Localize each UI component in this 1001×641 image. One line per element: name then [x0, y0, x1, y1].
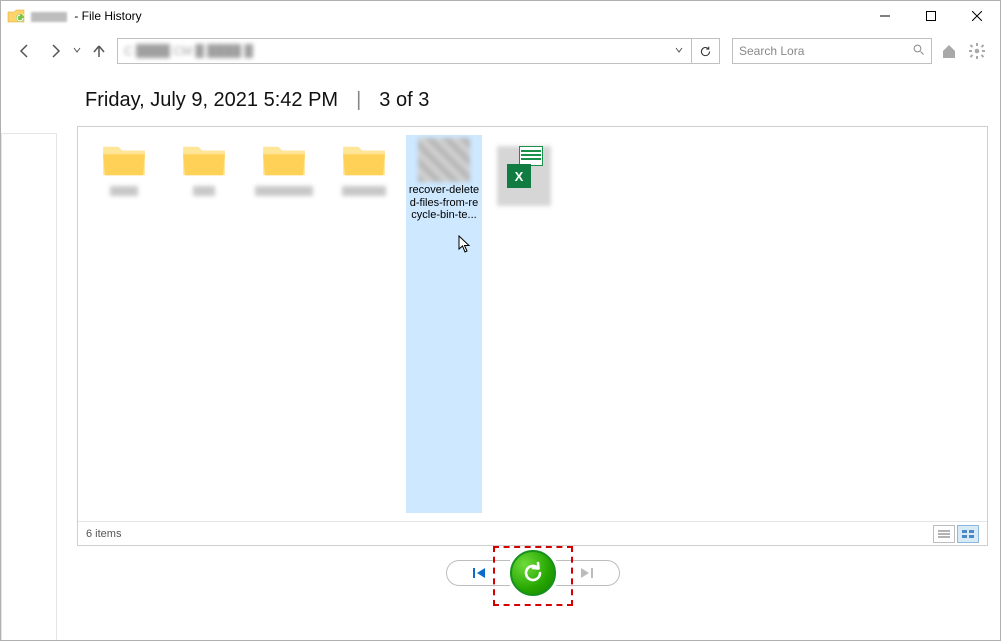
forward-button[interactable] [43, 39, 67, 63]
folder-label [342, 186, 386, 196]
timestamp-text: Friday, July 9, 2021 5:42 PM [85, 89, 338, 112]
refresh-button[interactable] [692, 38, 720, 64]
position-text: 3 of 3 [379, 89, 429, 112]
restore-button[interactable] [510, 550, 556, 596]
address-text: C ████ CM █ ████ █ [124, 44, 294, 58]
history-dropdown[interactable] [73, 46, 81, 57]
settings-gear-icon[interactable] [966, 38, 988, 64]
excel-file-item[interactable]: X [486, 135, 562, 513]
search-placeholder: Search Lora [739, 44, 913, 58]
timestamp-header: Friday, July 9, 2021 5:42 PM | 3 of 3 [85, 89, 988, 112]
image-thumbnail [415, 138, 473, 182]
folder-item[interactable] [326, 135, 402, 513]
file-grid[interactable]: recover-deleted-files-from-recycle-bin-t… [78, 127, 987, 521]
details-view-button[interactable] [933, 525, 955, 543]
window-title: - File History [31, 9, 142, 23]
folder-icon [335, 138, 393, 182]
status-bar: 6 items [78, 521, 987, 545]
cursor-icon [458, 235, 472, 256]
address-dropdown-icon[interactable] [669, 46, 689, 57]
folder-label [110, 186, 138, 196]
folder-icon [175, 138, 233, 182]
up-button[interactable] [87, 39, 111, 63]
folder-icon [95, 138, 153, 182]
file-label: recover-deleted-files-from-recycle-bin-t… [408, 184, 480, 222]
window-controls [862, 1, 1000, 31]
icons-view-button[interactable] [957, 525, 979, 543]
folder-icon [255, 138, 313, 182]
back-button[interactable] [13, 39, 37, 63]
search-input[interactable]: Search Lora [732, 38, 932, 64]
left-pane-stub [1, 133, 57, 640]
address-bar[interactable]: C ████ CM █ ████ █ [117, 38, 692, 64]
minimize-button[interactable] [862, 1, 908, 31]
folder-item[interactable] [246, 135, 322, 513]
folder-label [255, 186, 313, 196]
navigation-bar: C ████ CM █ ████ █ Search Lora [1, 31, 1000, 71]
titlebar: - File History [1, 1, 1000, 31]
folder-label [193, 186, 215, 196]
search-icon [913, 44, 925, 59]
item-count: 6 items [86, 528, 121, 540]
excel-icon: X [495, 138, 553, 214]
app-icon [7, 7, 25, 25]
history-navigation [77, 546, 988, 602]
folder-item[interactable] [86, 135, 162, 513]
timestamp-separator: | [356, 89, 361, 112]
image-file-item[interactable]: recover-deleted-files-from-recycle-bin-t… [406, 135, 482, 513]
file-pane: recover-deleted-files-from-recycle-bin-t… [77, 126, 988, 546]
folder-item[interactable] [166, 135, 242, 513]
home-icon[interactable] [938, 38, 960, 64]
maximize-button[interactable] [908, 1, 954, 31]
close-button[interactable] [954, 1, 1000, 31]
